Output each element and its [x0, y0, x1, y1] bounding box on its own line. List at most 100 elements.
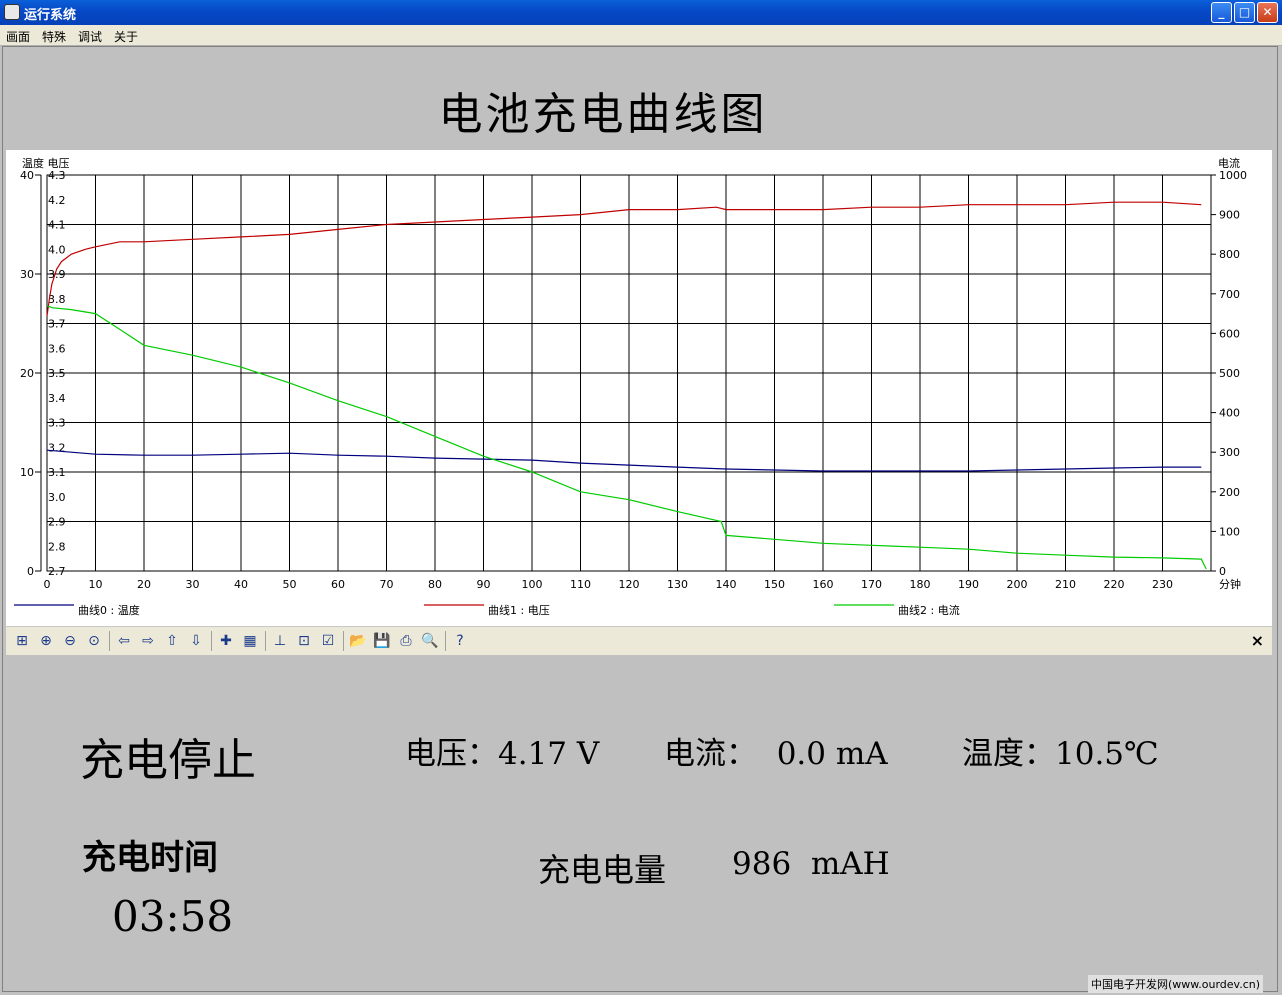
- x-tick-label: 50: [283, 578, 297, 591]
- current-tick-label: 400: [1219, 407, 1240, 420]
- chart-toolbar: × ⊞ ⊕ ⊖ ⊙ ⇦ ⇨ ⇧ ⇩ ✚ ▦ ⊥ ⊡ ☑ 📂 💾 ⎙ 🔍?: [6, 626, 1272, 655]
- toolbar-close-button[interactable]: ×: [1251, 631, 1264, 650]
- voltage-tick-label: 3.0: [48, 491, 66, 504]
- voltage-tick-label: 3.1: [48, 466, 66, 479]
- pan-down-icon[interactable]: ⇩: [186, 631, 206, 651]
- watermark: 中国电子开发网(www.ourdev.cn): [1088, 975, 1264, 993]
- voltage-tick-label: 4.1: [48, 219, 66, 232]
- x-tick-label: 140: [716, 578, 737, 591]
- x-tick-label: 170: [861, 578, 882, 591]
- cursor-icon[interactable]: ✚: [216, 631, 236, 651]
- x-tick-label: 180: [910, 578, 931, 591]
- x-tick-label: 230: [1152, 578, 1173, 591]
- x-unit-label: 分钟: [1219, 577, 1241, 591]
- current-tick-label: 0: [1219, 565, 1226, 578]
- print-preview-icon[interactable]: 🔍: [420, 631, 440, 651]
- properties-icon[interactable]: ☑: [318, 631, 338, 651]
- voltage-tick-label: 3.6: [48, 342, 66, 355]
- temperature-tick-label: 10: [20, 466, 34, 479]
- x-tick-label: 80: [428, 578, 442, 591]
- charge-time-value: 03:58: [112, 892, 234, 941]
- window-title: 运行系统: [24, 8, 77, 23]
- menu-debug[interactable]: 调试: [78, 28, 102, 45]
- current-tick-label: 500: [1219, 367, 1240, 380]
- voltage-tick-label: 2.8: [48, 540, 66, 553]
- print-icon[interactable]: ⎙: [396, 631, 416, 651]
- pan-up-icon[interactable]: ⇧: [162, 631, 182, 651]
- zoom-out-icon[interactable]: ⊖: [60, 631, 80, 651]
- legend-label-0: 曲线0 : 温度: [78, 603, 140, 617]
- voltage-tick-label: 4.2: [48, 194, 66, 207]
- current-tick-label: 800: [1219, 248, 1240, 261]
- capacity-value: 986 mAH: [732, 846, 890, 882]
- voltage-tick-label: 2.7: [48, 565, 66, 578]
- pan-right-icon[interactable]: ⇨: [138, 631, 158, 651]
- save-icon[interactable]: 💾: [372, 631, 392, 651]
- x-tick-label: 110: [570, 578, 591, 591]
- toolbar-separator: [445, 631, 446, 651]
- app-icon[interactable]: [4, 4, 20, 20]
- x-tick-label: 120: [619, 578, 640, 591]
- minimize-button[interactable]: _: [1211, 2, 1232, 23]
- chart-panel[interactable]: 0 10 20 30 40 50 60 70 80 90 100 110 120 130 140 150 160…: [6, 150, 1272, 626]
- pan-left-icon[interactable]: ⇦: [114, 631, 134, 651]
- battery-charge-chart[interactable]: 0 10 20 30 40 50 60 70 80 90 100 110 120 130 140 150 160…: [6, 150, 1272, 626]
- help-icon[interactable]: ?: [450, 631, 470, 651]
- menu-special[interactable]: 特殊: [42, 28, 66, 45]
- x-tick-label: 70: [380, 578, 394, 591]
- x-tick-label: 130: [667, 578, 688, 591]
- select-icon[interactable]: ⊡: [294, 631, 314, 651]
- x-tick-label: 30: [186, 578, 200, 591]
- voltage-tick-label: 4.0: [48, 243, 66, 256]
- temperature-tick-label: 20: [20, 367, 34, 380]
- grid-icon[interactable]: ▦: [240, 631, 260, 651]
- zoom-reset-icon[interactable]: ⊙: [84, 631, 104, 651]
- x-tick-label: 210: [1055, 578, 1076, 591]
- axis-icon[interactable]: ⊥: [270, 631, 290, 651]
- x-tick-label: 200: [1007, 578, 1028, 591]
- x-tick-label: 90: [477, 578, 491, 591]
- current-readout: 电流： 0.0 mA: [664, 736, 888, 772]
- toolbar-separator: [343, 631, 344, 651]
- voltage-tick-label: 3.2: [48, 441, 66, 454]
- zoom-region-icon[interactable]: ⊞: [12, 631, 32, 651]
- x-tick-label: 20: [137, 578, 151, 591]
- capacity-label: 充电电量: [538, 851, 667, 889]
- x-tick-label: 150: [764, 578, 785, 591]
- voltage-tick-label: 2.9: [48, 516, 66, 529]
- toolbar-separator: [265, 631, 266, 651]
- menu-screen[interactable]: 画面: [6, 28, 30, 45]
- x-tick-label: 190: [958, 578, 979, 591]
- right-axis-label: 电流: [1218, 156, 1240, 170]
- current-tick-label: 900: [1219, 209, 1240, 222]
- page-title: 电池充电曲线图: [438, 89, 768, 140]
- menu-bar: 画面 特殊 调试 关于: [0, 25, 1282, 46]
- current-tick-label: 600: [1219, 327, 1240, 340]
- zoom-in-icon[interactable]: ⊕: [36, 631, 56, 651]
- toolbar-separator: [109, 631, 110, 651]
- x-tick-label: 40: [234, 578, 248, 591]
- x-tick-label: 10: [89, 578, 103, 591]
- voltage-tick-label: 3.4: [48, 392, 66, 405]
- charge-status: 充电停止: [80, 735, 256, 786]
- toolbar-separator: [211, 631, 212, 651]
- voltage-tick-label: 3.5: [48, 367, 66, 380]
- title-bar[interactable]: 运行系统 _ □ ✕: [0, 0, 1282, 25]
- x-tick-label: 160: [813, 578, 834, 591]
- temperature-tick-label: 30: [20, 268, 34, 281]
- x-tick-label: 100: [522, 578, 543, 591]
- legend-label-1: 曲线1 : 电压: [488, 603, 550, 617]
- open-icon[interactable]: 📂: [348, 631, 368, 651]
- current-tick-label: 300: [1219, 446, 1240, 459]
- x-tick-label: 220: [1104, 578, 1125, 591]
- menu-about[interactable]: 关于: [114, 28, 138, 45]
- temperature-readout: 温度：10.5℃: [962, 736, 1159, 772]
- voltage-tick-label: 3.3: [48, 417, 66, 430]
- close-button[interactable]: ✕: [1257, 2, 1278, 23]
- temperature-tick-label: 0: [27, 565, 34, 578]
- voltage-readout: 电压：4.17 V: [405, 736, 600, 772]
- voltage-tick-label: 4.3: [48, 169, 66, 182]
- current-tick-label: 700: [1219, 288, 1240, 301]
- temperature-tick-label: 40: [20, 169, 34, 182]
- maximize-button[interactable]: □: [1234, 2, 1255, 23]
